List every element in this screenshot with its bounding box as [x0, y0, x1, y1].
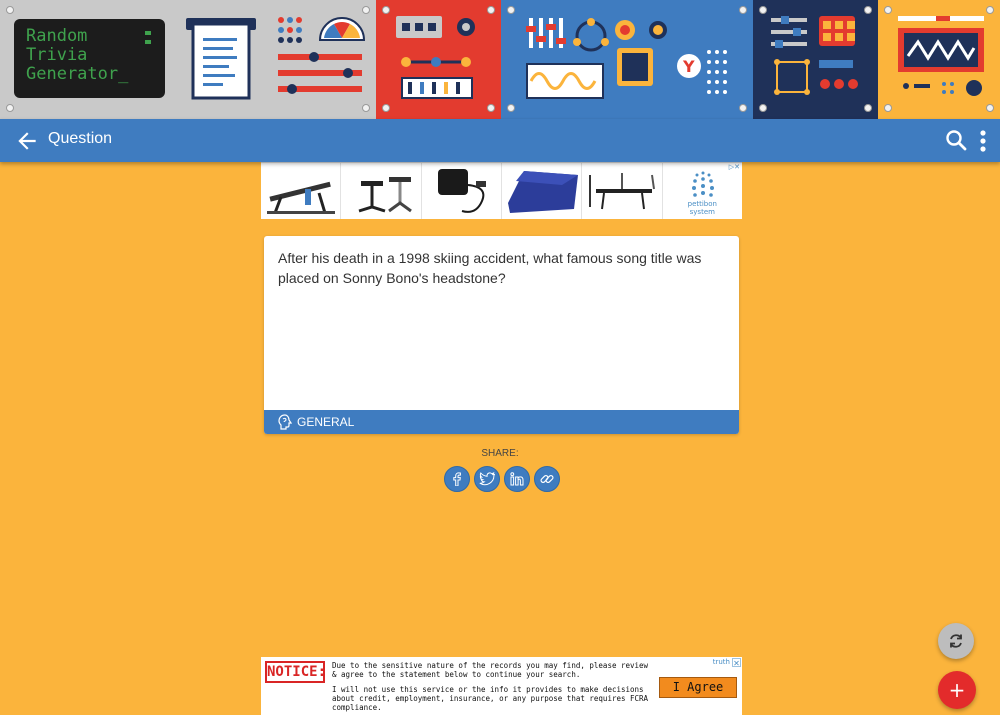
- monitor-wave-illustration-icon: [898, 16, 984, 96]
- logo-line-3: Generator_: [26, 64, 129, 84]
- share-twitter-button[interactable]: [474, 466, 500, 492]
- header-banner: Random Trivia Generator_ Y: [0, 0, 1000, 119]
- banner-panel-yellow: [878, 0, 1000, 119]
- foam-cushion-image: [507, 171, 578, 213]
- screw-icon: [382, 104, 390, 112]
- screw-icon: [739, 104, 747, 112]
- screw-icon: [6, 6, 14, 14]
- ad-product-image[interactable]: [582, 163, 663, 219]
- notice-text: Due to the sensitive nature of the recor…: [332, 661, 649, 679]
- screw-icon: [487, 6, 495, 14]
- screw-icon: [362, 6, 370, 14]
- share-label: SHARE:: [481, 448, 519, 459]
- traction-bench-image: [589, 173, 656, 210]
- adjusting-table-image: [267, 181, 335, 214]
- back-button[interactable]: [14, 128, 40, 154]
- notice-title: NOTICE:: [265, 661, 326, 683]
- pettibon-dots-logo-icon: [691, 171, 714, 197]
- terminal-cursor-icon: [145, 31, 151, 44]
- refresh-button[interactable]: [938, 623, 974, 659]
- app-bar: Question: [0, 119, 1000, 162]
- search-button[interactable]: [944, 128, 968, 152]
- banner-panel-navy: [753, 0, 878, 119]
- screw-icon: [6, 104, 14, 112]
- question-text: After his death in a 1998 skiing acciden…: [278, 250, 702, 286]
- ad-brand-text: pettibon system: [687, 200, 717, 216]
- screw-icon: [507, 6, 515, 14]
- ad-product-image[interactable]: [261, 163, 342, 219]
- ad-product-image[interactable]: [341, 163, 422, 219]
- link-icon: [540, 474, 554, 484]
- share-linkedin-button[interactable]: [504, 466, 530, 492]
- control-panel-illustration-icon: [771, 16, 858, 95]
- banner-panel-grey: Random Trivia Generator_: [0, 0, 376, 119]
- logo-line-2: Trivia: [26, 45, 88, 65]
- site-logo-terminal[interactable]: Random Trivia Generator_: [14, 19, 165, 98]
- twitter-icon: [479, 472, 495, 486]
- top-ad-banner[interactable]: pettibon system ▷✕: [261, 162, 742, 219]
- notice-statement: I will not use this service or the info …: [332, 685, 649, 712]
- ergonomic-chair-image: [358, 177, 413, 213]
- screw-icon: [986, 104, 994, 112]
- more-options-button[interactable]: [974, 128, 992, 154]
- page-title: Question: [48, 130, 113, 147]
- circuit-board-illustration-icon: [396, 16, 475, 99]
- screw-icon: [382, 6, 390, 14]
- close-ad-icon[interactable]: ✕: [732, 658, 741, 668]
- logo-line-1: Random: [26, 26, 88, 46]
- ad-brand-logo[interactable]: pettibon system ▷✕: [663, 163, 742, 219]
- agree-button[interactable]: I Agree: [659, 677, 737, 698]
- bottom-notice-ad[interactable]: NOTICE: Due to the sensitive nature of t…: [261, 657, 742, 715]
- brain-head-icon: [278, 414, 292, 430]
- add-question-button[interactable]: +: [938, 671, 976, 709]
- ad-product-image[interactable]: [502, 163, 583, 219]
- share-buttons: [444, 466, 560, 492]
- screw-icon: [864, 6, 872, 14]
- gauge-sliders-illustration-icon: [278, 17, 366, 94]
- ad-product-image[interactable]: [422, 163, 502, 219]
- svg-text:Y: Y: [682, 57, 695, 76]
- screw-icon: [884, 6, 892, 14]
- screw-icon: [487, 104, 495, 112]
- screw-icon: [507, 104, 515, 112]
- screw-icon: [864, 104, 872, 112]
- screw-icon: [884, 104, 892, 112]
- arrow-back-icon: [18, 132, 36, 150]
- ad-choices-label[interactable]: truth: [713, 658, 730, 666]
- document-illustration-icon: [186, 18, 256, 100]
- category-label: GENERAL: [297, 415, 355, 429]
- question-card: After his death in a 1998 skiing acciden…: [264, 236, 739, 434]
- screw-icon: [759, 6, 767, 14]
- more-vert-icon: [980, 130, 986, 152]
- linkedin-icon: [510, 472, 524, 486]
- oscilloscope-illustration-icon: Y: [526, 18, 727, 99]
- banner-panel-red: [376, 0, 501, 119]
- search-icon: [946, 130, 967, 151]
- screw-icon: [739, 6, 747, 14]
- banner-panel-blue: Y: [501, 0, 753, 119]
- share-link-button[interactable]: [534, 466, 560, 492]
- power-adapter-image: [437, 169, 486, 213]
- ad-choices-icon[interactable]: ▷✕: [729, 163, 740, 171]
- screw-icon: [986, 6, 994, 14]
- plus-icon: +: [948, 678, 966, 702]
- screw-icon: [362, 104, 370, 112]
- category-bar[interactable]: GENERAL: [264, 410, 739, 434]
- screw-icon: [759, 104, 767, 112]
- share-facebook-button[interactable]: [444, 466, 470, 492]
- facebook-icon: [453, 472, 461, 486]
- refresh-icon: [950, 634, 962, 648]
